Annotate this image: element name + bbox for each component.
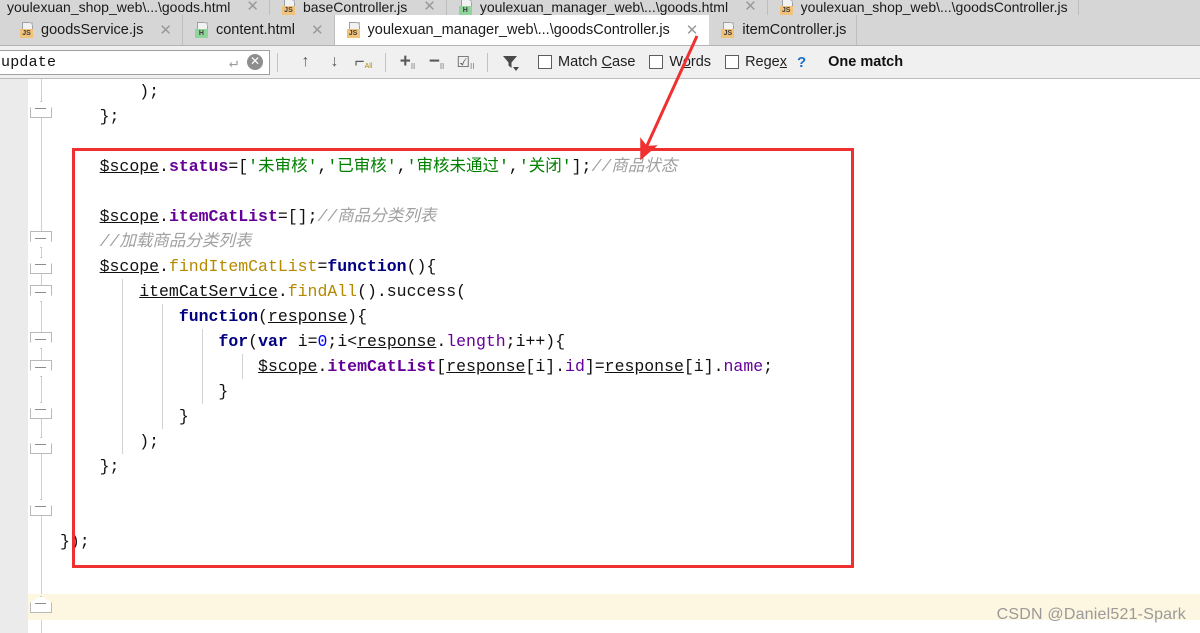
watermark-label: CSDN @Daniel521-Spark — [996, 606, 1186, 623]
code-line[interactable]: for(var i=0;i<response.length;i++){ — [0, 329, 1200, 354]
code-line-text: $scope.itemCatList[response[i].id]=respo… — [258, 357, 774, 376]
checkbox-icon[interactable] — [649, 55, 664, 69]
editor-tab-0[interactable]: JS goodsService.js ✕ — [0, 15, 183, 45]
find-options-group[interactable]: Match Case Words Regex — [524, 54, 787, 70]
search-input-value: update — [1, 53, 57, 71]
code-line-text: }; — [60, 107, 120, 126]
filter-icon[interactable] — [495, 50, 524, 75]
tab-close-icon[interactable]: ✕ — [246, 0, 259, 14]
editor-tab-1[interactable]: Hcontent.html ✕ — [182, 15, 335, 45]
code-line-text: ); — [60, 82, 160, 101]
remove-selection-icon[interactable]: − II — [422, 50, 451, 75]
code-line[interactable]: }; — [0, 104, 1200, 129]
tab-label: youlexuan_manager_web\...\goodsControlle… — [367, 22, 670, 38]
code-line[interactable]: $scope.itemCatList[response[i].id]=respo… — [0, 354, 1200, 379]
editor-tab-2[interactable]: JS youlexuan_manager_web\...\goodsControl… — [334, 15, 710, 45]
search-input[interactable]: update ↵ ✕ — [0, 49, 270, 75]
code-line-text: $scope.findItemCatList=function(){ — [99, 257, 437, 276]
code-line-text: itemCatService.findAll().success( — [139, 282, 466, 301]
match-status-label: One match — [828, 54, 904, 70]
toolbar-divider-3 — [487, 52, 488, 72]
code-line[interactable]: } — [0, 404, 1200, 429]
tab-label: itemController.js — [742, 22, 847, 38]
js-file-icon: JS — [20, 22, 35, 38]
code-line[interactable]: ); — [0, 429, 1200, 454]
code-line-text: for(var i=0;i<response.length;i++){ — [218, 332, 566, 351]
tab-label: content.html — [215, 22, 295, 38]
html-file-icon: H — [0, 0, 1, 15]
html-file-icon: H — [194, 22, 210, 38]
tab-label: youlexuan_shop_web\...\goodsController.j… — [800, 0, 1068, 15]
code-line[interactable] — [0, 504, 1200, 529]
find-previous-icon[interactable]: ↑ — [291, 50, 320, 75]
clear-close-icon[interactable]: ✕ — [247, 54, 263, 70]
tab-close-icon[interactable]: ✕ — [744, 0, 757, 14]
checkbox-icon[interactable] — [725, 55, 740, 69]
code-line[interactable]: $scope.findItemCatList=function(){ — [0, 254, 1200, 279]
find-option-1[interactable]: Words — [649, 54, 711, 70]
code-line-text: $scope.itemCatList=[];//商品分类列表 — [99, 207, 437, 226]
tab-label: baseController.js — [302, 0, 408, 15]
code-line-text: ); — [60, 432, 160, 451]
code-line-text: } — [60, 407, 189, 426]
select-all-occurrences-icon[interactable]: ☑ II — [451, 50, 480, 75]
js-file-icon: JS — [779, 0, 795, 15]
code-line-text: }; — [60, 457, 120, 476]
tab-close-icon[interactable]: ✕ — [686, 23, 699, 38]
js-file-icon: JS — [281, 0, 297, 15]
find-all-icon[interactable]: ⌐ All — [349, 50, 378, 75]
tab-close-icon[interactable]: ✕ — [423, 0, 436, 14]
checkbox-icon[interactable] — [538, 55, 552, 69]
find-option-label: Regex — [745, 54, 787, 70]
tab-close-icon[interactable]: ✕ — [159, 23, 172, 38]
tab-label: youlexuan_manager_web\...\goods.html — [479, 0, 729, 15]
code-line[interactable]: function(response){ — [0, 304, 1200, 329]
code-line[interactable] — [0, 129, 1200, 154]
code-line-text: }); — [60, 532, 90, 551]
find-toolbar[interactable]: update ↵ ✕ ↑ ↓ ⌐ All + II − II ☑ II Match — [0, 46, 1200, 79]
toolbar-divider-2 — [385, 52, 386, 72]
js-file-icon: JS — [721, 22, 736, 38]
add-selection-icon[interactable]: + II — [393, 50, 422, 75]
code-line[interactable]: }; — [0, 454, 1200, 479]
find-option-2[interactable]: Regex — [725, 54, 787, 70]
code-line-text: } — [60, 382, 229, 401]
code-line[interactable]: $scope.status=['未审核','已审核','审核未通过','关闭']… — [0, 154, 1200, 179]
find-option-label: Match Case — [558, 54, 636, 70]
code-line[interactable]: //加载商品分类列表 — [0, 229, 1200, 254]
ide-editor-window: Hyoulexuan_shop_web\...\goods.html ✕ JS bas… — [0, 0, 1200, 633]
code-line[interactable]: }); — [0, 529, 1200, 554]
code-line[interactable]: $scope.itemCatList=[];//商品分类列表 — [0, 204, 1200, 229]
js-file-icon: JS — [346, 22, 362, 38]
tab-close-icon[interactable]: ✕ — [311, 23, 324, 38]
code-line[interactable]: } — [0, 379, 1200, 404]
find-option-0[interactable]: Match Case — [538, 54, 635, 70]
find-next-icon[interactable]: ↓ — [320, 50, 349, 75]
enter-return-icon[interactable]: ↵ — [229, 53, 238, 72]
code-editor-area[interactable]: ); }; $scope.status=['未审核','已审核','审核未通过'… — [0, 79, 1200, 633]
editor-tabstrip-row-2[interactable]: JS goodsService.js ✕ Hcontent.html ✕ JS youlex… — [0, 15, 1200, 46]
editor-tab-3[interactable]: JS itemController.js — [709, 15, 858, 45]
tab-label: youlexuan_shop_web\...\goods.html — [7, 0, 231, 15]
find-option-label: Words — [669, 54, 712, 70]
code-line[interactable]: itemCatService.findAll().success( — [0, 279, 1200, 304]
toolbar-divider-1 — [277, 52, 278, 72]
help-icon[interactable]: ? — [797, 54, 806, 71]
code-line-text: function(response){ — [178, 307, 367, 326]
code-line[interactable]: ); — [0, 79, 1200, 104]
html-file-icon: H — [458, 0, 474, 15]
code-line-text: //加载商品分类列表 — [99, 232, 252, 251]
code-line[interactable] — [0, 179, 1200, 204]
code-line[interactable] — [0, 479, 1200, 504]
code-text[interactable]: ); }; $scope.status=['未审核','已审核','审核未通过'… — [0, 79, 1200, 633]
tab-label: goodsService.js — [41, 22, 144, 38]
code-line-text: $scope.status=['未审核','已审核','审核未通过','关闭']… — [99, 157, 678, 176]
